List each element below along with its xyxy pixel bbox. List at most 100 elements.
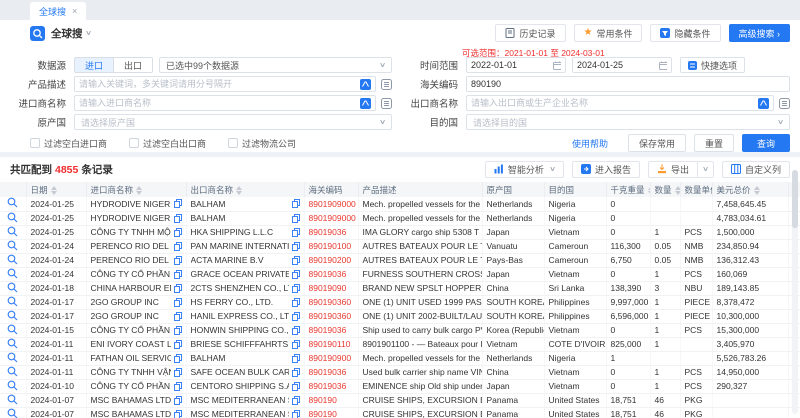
copy-icon[interactable] [174, 242, 182, 251]
cell-hs-code[interactable]: 890190 [304, 407, 358, 418]
cell-detail[interactable] [0, 267, 26, 281]
cell-hs-code[interactable]: 89019036 [304, 225, 358, 239]
sort-icon[interactable] [675, 186, 680, 195]
row-detail-icon[interactable] [7, 324, 18, 335]
cell-detail[interactable] [0, 337, 26, 351]
copy-icon[interactable] [292, 199, 300, 208]
match-toggle-icon[interactable] [758, 98, 769, 109]
col-header-8[interactable]: 数量 [650, 182, 680, 197]
copy-icon[interactable] [174, 312, 182, 321]
copy-icon[interactable] [292, 312, 300, 321]
copy-icon[interactable] [174, 396, 182, 405]
copy-icon[interactable] [174, 228, 182, 237]
row-detail-icon[interactable] [7, 408, 18, 418]
checkbox-filter-blank-exporter[interactable]: 过滤空白出口商 [129, 137, 206, 150]
sort-icon[interactable] [51, 186, 57, 195]
vertical-scrollbar[interactable] [792, 170, 798, 414]
row-detail-icon[interactable] [7, 380, 18, 391]
row-detail-icon[interactable] [7, 240, 18, 251]
cell-detail[interactable] [0, 379, 26, 393]
help-link[interactable]: 使用帮助 [572, 137, 608, 150]
cell-detail[interactable] [0, 309, 26, 323]
export-dropdown-button[interactable]: ∨ [698, 161, 714, 178]
cell-detail[interactable] [0, 351, 26, 365]
cell-hs-code[interactable]: 890190100 [304, 239, 358, 253]
col-header-10[interactable]: 美元总价 [712, 182, 788, 197]
row-detail-icon[interactable] [7, 338, 18, 349]
table-row[interactable]: 2024-01-11ENI IVORY COAST LIMITEDBRIESE … [0, 337, 800, 351]
col-header-1[interactable]: 进口商名称 [86, 182, 186, 197]
cell-hs-code[interactable]: 890190 [304, 393, 358, 407]
importer-field[interactable] [74, 95, 376, 111]
date-to-input[interactable] [577, 60, 659, 70]
row-detail-icon[interactable] [7, 212, 18, 223]
history-button[interactable]: 历史记录 [495, 24, 565, 42]
cell-hs-code[interactable]: 890190110 [304, 337, 358, 351]
copy-icon[interactable] [292, 228, 300, 237]
row-detail-icon[interactable] [7, 197, 18, 208]
table-row[interactable]: 2024-01-172GO GROUP INCHS FERRY CO., LTD… [0, 295, 800, 309]
cell-detail[interactable] [0, 281, 26, 295]
importer-input[interactable] [79, 98, 360, 108]
sort-icon[interactable] [754, 186, 760, 195]
table-row[interactable]: 2024-01-10CÔNG TY CỔ PHẦN NOSCO SHIPYARD… [0, 379, 800, 393]
advanced-search-button[interactable]: 高级搜索 › [729, 24, 791, 42]
copy-icon[interactable] [174, 270, 182, 279]
row-detail-icon[interactable] [7, 254, 18, 265]
table-row[interactable]: 2024-01-24PERENCO RIO DEL REYACTA MARINE… [0, 253, 800, 267]
reset-button[interactable]: 重置 [694, 134, 734, 152]
scrollbar-thumb[interactable] [792, 170, 798, 228]
copy-icon[interactable] [174, 368, 182, 377]
table-row[interactable]: 2024-01-11CÔNG TY TNHH VẬN TẢI VIỆT THUẬ… [0, 365, 800, 379]
copy-icon[interactable] [292, 340, 300, 349]
batch-input-icon[interactable] [381, 98, 392, 109]
copy-icon[interactable] [174, 410, 182, 418]
row-detail-icon[interactable] [7, 310, 18, 321]
cell-detail[interactable] [0, 253, 26, 267]
cell-detail[interactable] [0, 211, 26, 225]
cell-hs-code[interactable]: 89019036 [304, 365, 358, 379]
copy-icon[interactable] [174, 199, 182, 208]
hide-conditions-button[interactable]: 隐藏条件 [650, 24, 720, 42]
table-row[interactable]: 2024-01-24CÔNG TY CỔ PHẦN NOSCO SHIPYARD… [0, 267, 800, 281]
row-detail-icon[interactable] [7, 296, 18, 307]
cell-detail[interactable] [0, 197, 26, 211]
col-header-7[interactable]: 千克重量 [606, 182, 650, 197]
copy-icon[interactable] [174, 340, 182, 349]
copy-icon[interactable] [292, 298, 300, 307]
toggle-export[interactable]: 出口 [113, 58, 152, 72]
cell-hs-code[interactable]: 89019036 [304, 267, 358, 281]
copy-icon[interactable] [174, 326, 182, 335]
checkbox-filter-blank-importer[interactable]: 过滤空白进口商 [30, 137, 107, 150]
table-row[interactable]: 2024-01-25HYDRODIVE NIGERIA LIMITEDBALHA… [0, 211, 800, 225]
copy-icon[interactable] [292, 284, 300, 293]
quick-options-button[interactable]: 快捷选项 [680, 57, 745, 73]
col-header-0[interactable]: 日期 [26, 182, 86, 197]
tab-global-search[interactable]: 全球搜 × [30, 2, 86, 20]
col-header-2[interactable]: 出口商名称 [186, 182, 304, 197]
copy-icon[interactable] [174, 214, 182, 223]
copy-icon[interactable] [292, 256, 300, 265]
cell-detail[interactable] [0, 323, 26, 337]
cell-detail[interactable] [0, 393, 26, 407]
copy-icon[interactable] [292, 410, 300, 418]
copy-icon[interactable] [174, 284, 182, 293]
table-row[interactable]: 2024-01-11FATHAN OIL SERVICE LIMITEDBALH… [0, 351, 800, 365]
tab-close-icon[interactable]: × [72, 6, 77, 16]
cell-hs-code[interactable]: 890190200 [304, 253, 358, 267]
product-field[interactable] [74, 76, 376, 92]
product-input[interactable] [79, 79, 360, 89]
date-from-field[interactable] [466, 57, 566, 73]
sort-icon[interactable] [136, 186, 142, 195]
copy-icon[interactable] [174, 382, 182, 391]
row-detail-icon[interactable] [7, 282, 18, 293]
dest-select[interactable]: 请选择目的国 ∨ [466, 114, 790, 130]
cell-hs-code[interactable]: 89019090 [304, 281, 358, 295]
copy-icon[interactable] [292, 382, 300, 391]
cell-hs-code[interactable]: 890190360 [304, 295, 358, 309]
hs-code-input[interactable] [471, 79, 785, 89]
table-row[interactable]: 2024-01-25CÔNG TY TNHH MỘT THÀNH VIÊN ĐÔ… [0, 225, 800, 239]
sort-icon[interactable] [236, 186, 242, 195]
customize-columns-button[interactable]: 自定义列 [722, 161, 790, 178]
match-toggle-icon[interactable] [360, 79, 371, 90]
